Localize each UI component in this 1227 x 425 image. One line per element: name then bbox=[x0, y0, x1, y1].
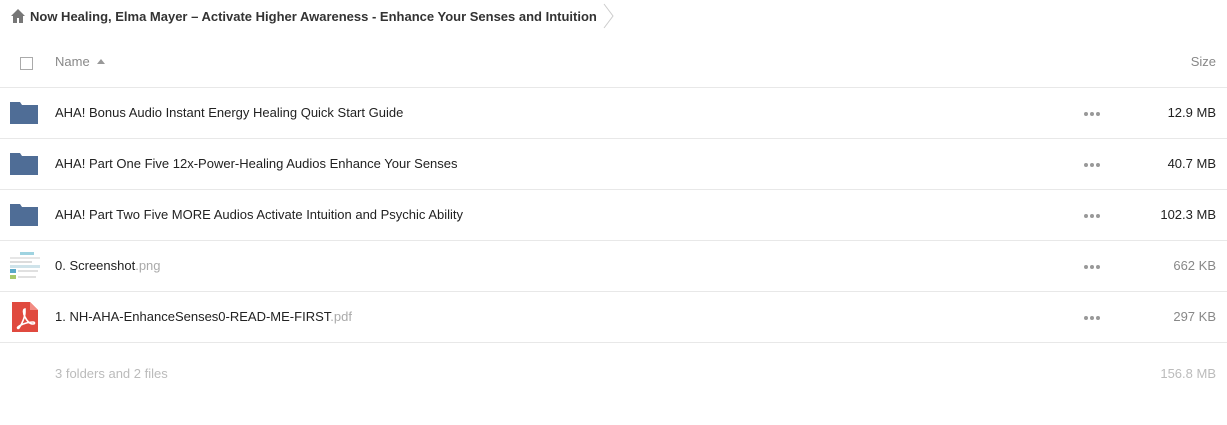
more-options-icon[interactable] bbox=[1084, 265, 1100, 269]
file-size: 40.7 MB bbox=[1167, 156, 1216, 171]
more-options-icon[interactable] bbox=[1084, 163, 1100, 167]
file-size: 662 KB bbox=[1173, 258, 1216, 273]
file-size: 297 KB bbox=[1173, 309, 1216, 324]
file-name[interactable]: 1. NH-AHA-EnhanceSenses0-READ-ME-FIRST.p… bbox=[55, 309, 352, 324]
file-name[interactable]: AHA! Part Two Five MORE Audios Activate … bbox=[55, 207, 463, 222]
more-options-icon[interactable] bbox=[1084, 214, 1100, 218]
select-all-checkbox[interactable] bbox=[20, 57, 33, 70]
size-column-header[interactable]: Size bbox=[1191, 54, 1216, 69]
more-options-icon[interactable] bbox=[1084, 316, 1100, 320]
name-column-header[interactable]: Name bbox=[55, 54, 105, 69]
more-options-icon[interactable] bbox=[1084, 112, 1100, 116]
folder-icon bbox=[10, 98, 40, 128]
list-item[interactable]: 0. Screenshot.png 662 KB bbox=[0, 241, 1227, 292]
image-thumbnail-icon bbox=[10, 251, 40, 281]
file-size: 102.3 MB bbox=[1160, 207, 1216, 222]
folder-icon bbox=[10, 200, 40, 230]
list-item[interactable]: AHA! Part Two Five MORE Audios Activate … bbox=[0, 190, 1227, 241]
pdf-icon bbox=[10, 302, 40, 332]
home-icon[interactable] bbox=[10, 8, 26, 24]
breadcrumb: Now Healing, Elma Mayer – Activate Highe… bbox=[10, 0, 597, 32]
list-header: Name Size bbox=[0, 38, 1227, 88]
list-item[interactable]: AHA! Bonus Audio Instant Energy Healing … bbox=[0, 88, 1227, 139]
list-item[interactable]: 1. NH-AHA-EnhanceSenses0-READ-ME-FIRST.p… bbox=[0, 292, 1227, 343]
file-name[interactable]: AHA! Part One Five 12x-Power-Healing Aud… bbox=[55, 156, 458, 171]
name-column-label: Name bbox=[55, 54, 90, 69]
file-name[interactable]: 0. Screenshot.png bbox=[55, 258, 161, 273]
file-name[interactable]: AHA! Bonus Audio Instant Energy Healing … bbox=[55, 105, 403, 120]
breadcrumb-title[interactable]: Now Healing, Elma Mayer – Activate Highe… bbox=[30, 9, 597, 24]
folder-icon bbox=[10, 149, 40, 179]
breadcrumb-chevron-icon bbox=[603, 3, 614, 29]
total-size: 156.8 MB bbox=[1160, 366, 1216, 381]
file-size: 12.9 MB bbox=[1167, 105, 1216, 120]
sort-ascending-icon bbox=[96, 59, 105, 64]
folder-file-count: 3 folders and 2 files bbox=[55, 366, 168, 381]
list-item[interactable]: AHA! Part One Five 12x-Power-Healing Aud… bbox=[0, 139, 1227, 190]
